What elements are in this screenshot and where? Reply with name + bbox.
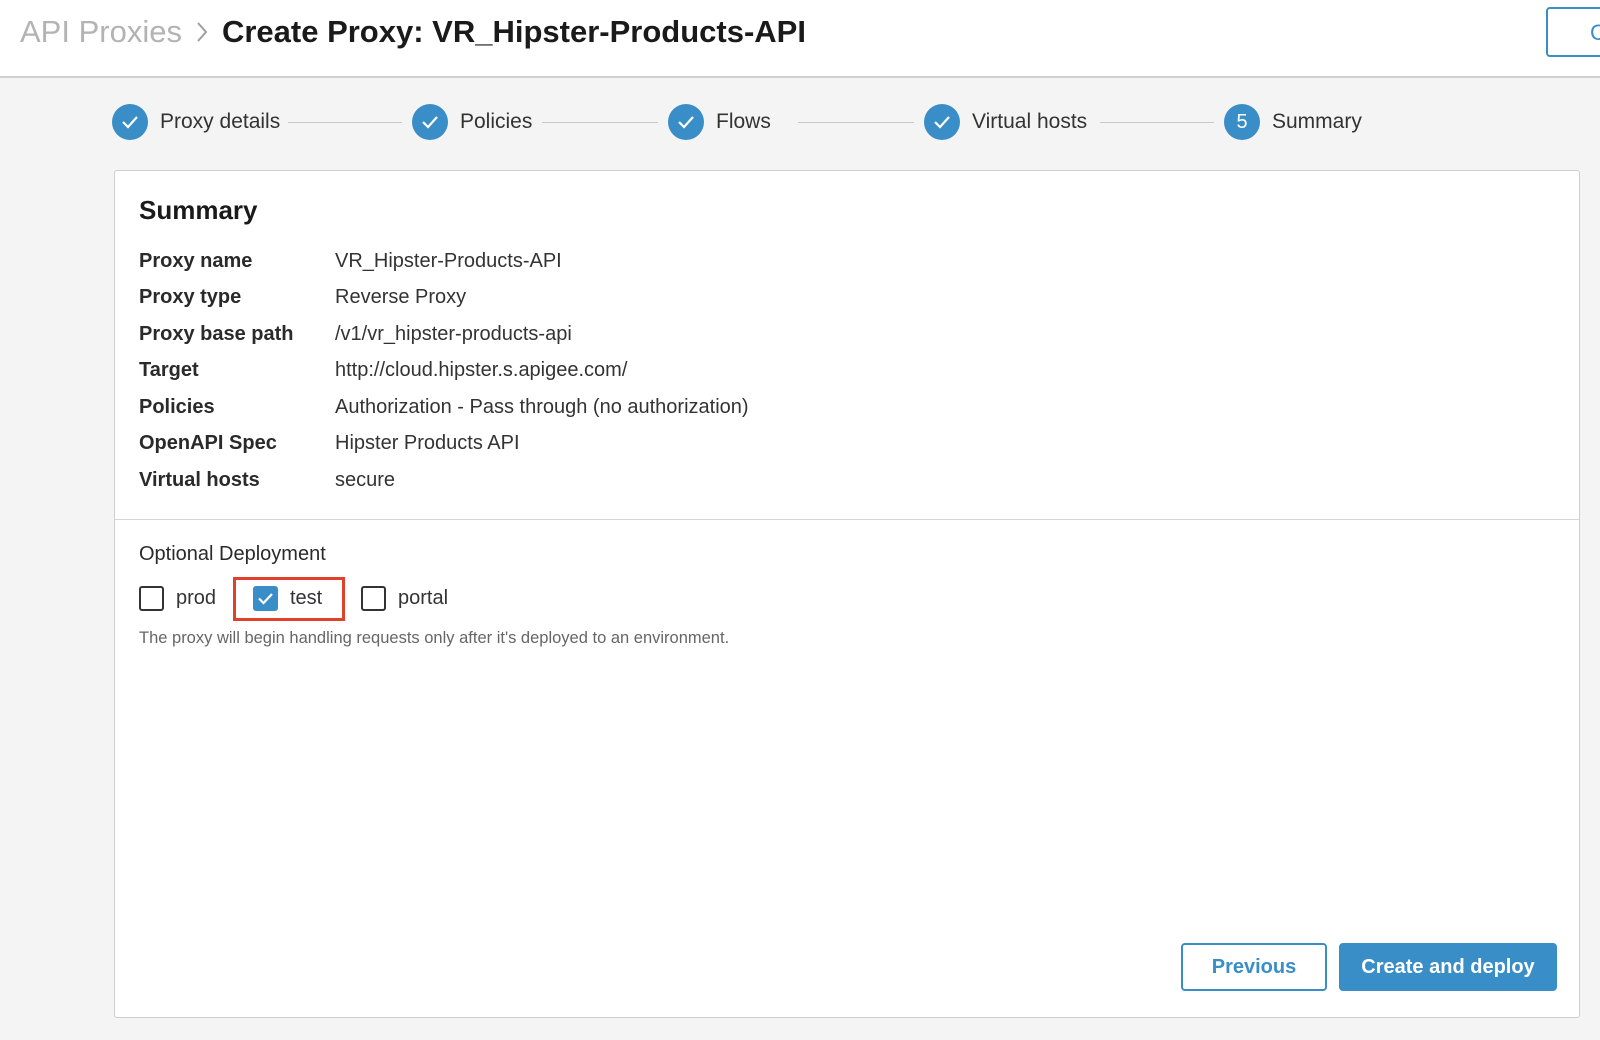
step-connector — [798, 122, 914, 123]
portal-checkbox[interactable] — [361, 585, 386, 611]
summary-row-virtual-hosts: Virtual hosts secure — [139, 462, 749, 499]
step-label: Summary — [1272, 110, 1362, 133]
check-icon — [668, 104, 704, 140]
chevron-right-icon — [196, 21, 208, 43]
summary-row-proxy-name: Proxy name VR_Hipster-Products-API — [139, 243, 749, 280]
header-cancel-button[interactable]: C — [1546, 7, 1600, 57]
summary-label: Proxy base path — [139, 322, 294, 345]
summary-row-target: Target http://cloud.hipster.s.apigee.com… — [139, 353, 749, 390]
summary-value: Authorization - Pass through (no authori… — [335, 395, 749, 418]
previous-button[interactable]: Previous — [1181, 943, 1327, 991]
step-connector — [542, 122, 658, 123]
deployment-hint: The proxy will begin handling requests o… — [139, 629, 730, 647]
summary-label: OpenAPI Spec — [139, 432, 277, 455]
summary-value: http://cloud.hipster.s.apigee.com/ — [335, 359, 628, 382]
env-option-portal[interactable]: portal — [361, 577, 448, 619]
environment-checkbox-group: prod test portal — [139, 577, 499, 621]
env-label: portal — [398, 586, 449, 609]
summary-table: Proxy name VR_Hipster-Products-API Proxy… — [139, 243, 749, 499]
wizard-stepper: Proxy details Policies Flows Virtual hos… — [0, 104, 1600, 144]
summary-row-policies: Policies Authorization - Pass through (n… — [139, 389, 749, 426]
step-virtual-hosts[interactable]: Virtual hosts — [924, 104, 1087, 140]
step-label: Policies — [460, 110, 533, 133]
step-policies[interactable]: Policies — [412, 104, 532, 140]
step-connector — [1100, 122, 1214, 123]
check-icon — [924, 104, 960, 140]
summary-value: secure — [335, 468, 396, 491]
summary-label: Proxy name — [139, 249, 253, 272]
summary-label: Policies — [139, 395, 215, 418]
summary-value: Reverse Proxy — [335, 286, 467, 309]
breadcrumb: API Proxies Create Proxy: VR_Hipster-Pro… — [20, 14, 806, 50]
check-icon — [112, 104, 148, 140]
page-header: API Proxies Create Proxy: VR_Hipster-Pro… — [0, 0, 1600, 78]
env-option-prod[interactable]: prod — [139, 577, 216, 619]
env-option-test[interactable]: test — [253, 577, 322, 619]
step-connector — [288, 122, 402, 123]
prod-checkbox[interactable] — [139, 585, 164, 611]
check-icon — [412, 104, 448, 140]
env-label: prod — [176, 586, 217, 609]
step-proxy-details[interactable]: Proxy details — [112, 104, 280, 140]
test-checkbox[interactable] — [253, 585, 278, 611]
create-and-deploy-button[interactable]: Create and deploy — [1339, 943, 1557, 991]
step-number-badge: 5 — [1224, 104, 1260, 140]
summary-label: Virtual hosts — [139, 468, 260, 491]
summary-value: VR_Hipster-Products-API — [335, 249, 562, 272]
summary-label: Proxy type — [139, 286, 242, 309]
checkmark-icon — [258, 592, 273, 605]
summary-row-base-path: Proxy base path /v1/vr_hipster-products-… — [139, 316, 749, 353]
step-summary[interactable]: 5 Summary — [1224, 104, 1362, 140]
summary-title: Summary — [139, 195, 258, 225]
step-label: Proxy details — [160, 110, 281, 133]
breadcrumb-api-proxies-link[interactable]: API Proxies — [20, 14, 182, 50]
summary-card: Summary Proxy name VR_Hipster-Products-A… — [114, 170, 1580, 1018]
summary-row-proxy-type: Proxy type Reverse Proxy — [139, 280, 749, 317]
step-label: Virtual hosts — [972, 110, 1088, 133]
page-title: Create Proxy: VR_Hipster-Products-API — [221, 14, 806, 49]
summary-value: Hipster Products API — [335, 432, 520, 455]
step-label: Flows — [716, 110, 771, 133]
summary-row-openapi-spec: OpenAPI Spec Hipster Products API — [139, 426, 749, 463]
summary-value: /v1/vr_hipster-products-api — [335, 322, 572, 345]
step-flows[interactable]: Flows — [668, 104, 771, 140]
env-label: test — [290, 586, 323, 609]
optional-deployment-title: Optional Deployment — [139, 543, 326, 565]
section-divider — [115, 519, 1579, 520]
summary-label: Target — [139, 359, 199, 382]
